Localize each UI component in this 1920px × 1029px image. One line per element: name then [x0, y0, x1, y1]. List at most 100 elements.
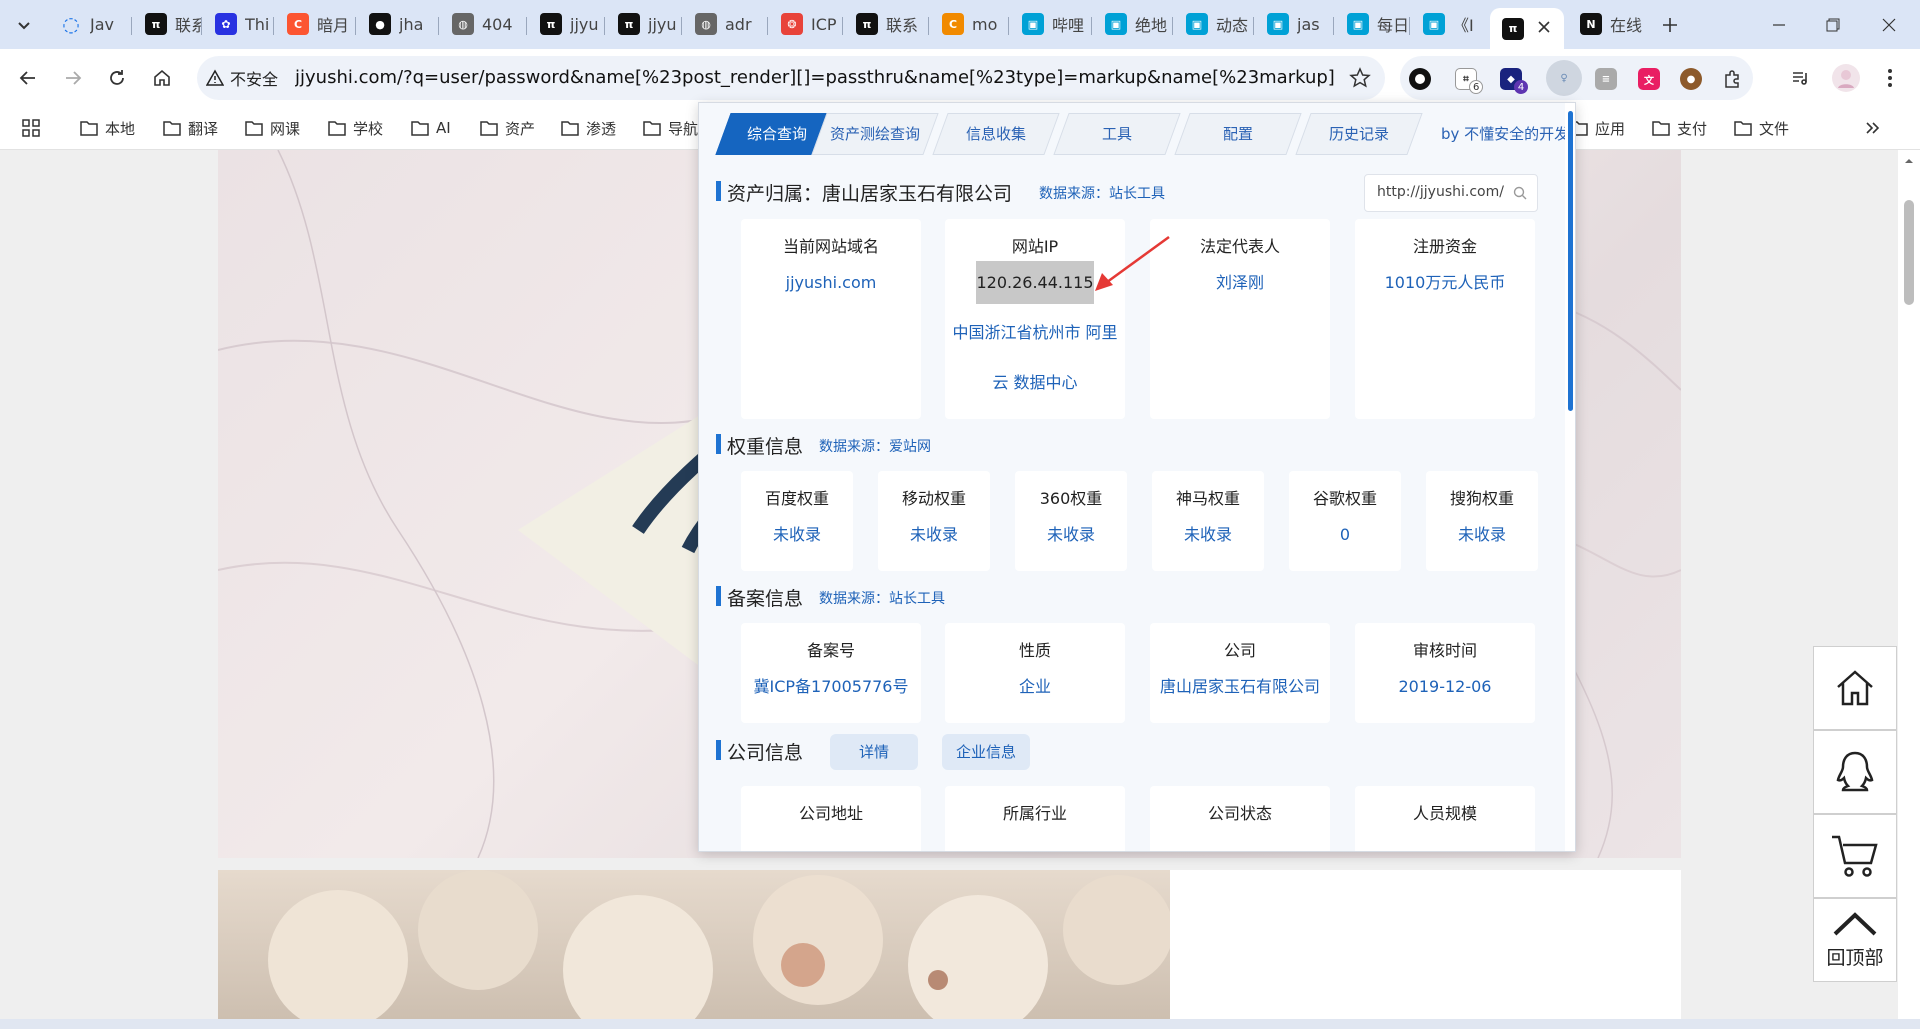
bookmark-folder[interactable]: 资产	[480, 116, 535, 140]
browser-tab[interactable]: ▣ 《I	[1411, 8, 1488, 40]
browser-tab[interactable]: ❂ ICP	[769, 8, 842, 40]
tab-separator	[1253, 17, 1254, 35]
minimize-icon	[1773, 24, 1785, 26]
domain-search-field[interactable]	[1364, 174, 1538, 212]
extension-circle-icon[interactable]	[1409, 68, 1431, 90]
minimize-button[interactable]	[1756, 10, 1802, 40]
puzzle-icon[interactable]	[1722, 68, 1744, 90]
bookmark-folder[interactable]: 导航	[643, 116, 698, 140]
bookmark-folder[interactable]: 学校	[328, 116, 383, 140]
extension-figure-icon[interactable]: ♀	[1546, 60, 1582, 96]
popup-tab[interactable]: 历史记录	[1295, 113, 1423, 155]
bookmark-folder[interactable]: 支付	[1652, 116, 1707, 140]
warning-icon	[206, 69, 224, 86]
restore-button[interactable]	[1810, 10, 1856, 40]
enterprise-info-button[interactable]: 企业信息	[942, 734, 1030, 770]
browser-tab[interactable]: ▣ 绝地	[1093, 8, 1172, 40]
forward-button[interactable]	[59, 64, 87, 92]
bookmark-folder[interactable]: AI	[411, 116, 451, 140]
browser-tab[interactable]: ▣ 哔哩	[1010, 8, 1091, 40]
developer-credit[interactable]: by 不懂安全的开发	[1441, 123, 1569, 144]
cart-float-button[interactable]	[1813, 814, 1897, 898]
home-button[interactable]	[148, 64, 176, 92]
card-value[interactable]: 未收录	[1152, 510, 1264, 560]
scroll-up-arrow-icon[interactable]	[1898, 154, 1920, 168]
search-icon[interactable]	[1513, 186, 1527, 200]
url-text[interactable]: jjyushi.com/?q=user/password&name[%23pos…	[295, 67, 1335, 88]
page-scrollbar[interactable]	[1898, 150, 1920, 1019]
bookmark-folder[interactable]: 网课	[245, 116, 300, 140]
extension-bars-icon[interactable]: ≡	[1595, 68, 1617, 90]
home-float-button[interactable]	[1813, 646, 1897, 730]
popup-tab[interactable]: 配置	[1174, 113, 1302, 155]
popup-tab[interactable]: 资产测绘查询	[811, 113, 939, 155]
card-label: 性质	[1018, 641, 1051, 660]
cookie-icon[interactable]: ●	[1680, 68, 1702, 90]
browser-menu-button[interactable]	[1876, 64, 1904, 92]
weight-title: 权重信息	[727, 436, 804, 458]
new-tab-button-plus[interactable]	[1650, 10, 1690, 40]
card-value[interactable]: 1010万元人民币	[1355, 258, 1535, 308]
tab-search-button[interactable]	[10, 11, 38, 39]
browser-tab[interactable]: ▣ 每日	[1335, 8, 1409, 40]
browser-tab[interactable]: ▣ jas	[1255, 8, 1333, 40]
browser-tab[interactable]: ● jha	[357, 8, 438, 40]
apps-button[interactable]	[21, 116, 41, 140]
security-indicator[interactable]: 不安全	[206, 65, 278, 91]
browser-tab[interactable]: N 在线	[1568, 8, 1646, 40]
bookmark-folder[interactable]: 渗透	[561, 116, 616, 140]
card-value[interactable]: 2019-12-06	[1355, 662, 1535, 712]
bookmarks-overflow-button[interactable]	[1864, 116, 1880, 140]
card-value[interactable]: jjyushi.com	[741, 258, 921, 308]
c-logo-icon: C	[287, 13, 309, 35]
browser-tab[interactable]: π 联系	[133, 8, 201, 40]
popup-scrollbar-thumb[interactable]	[1568, 111, 1573, 411]
browser-tab[interactable]: π jjyu	[528, 8, 604, 40]
close-tab-icon[interactable]	[1534, 17, 1554, 37]
browser-tab[interactable]: ◌ Jav	[48, 8, 131, 40]
card-value[interactable]: 未收录	[1015, 510, 1127, 560]
bookmark-label: 应用	[1595, 119, 1626, 138]
browser-tab[interactable]: ▣ 动态	[1174, 8, 1253, 40]
scrollbar-thumb[interactable]	[1904, 200, 1914, 305]
browser-tab[interactable]: π jjyu	[606, 8, 681, 40]
extension-translate-icon[interactable]: 文	[1638, 68, 1660, 90]
browser-tab[interactable]: π 联系	[844, 8, 928, 40]
card-value[interactable]: 未收录	[1426, 510, 1538, 560]
bookmark-folder[interactable]: 应用	[1570, 116, 1625, 140]
tab-title: 动态	[1216, 16, 1249, 35]
browser-tab[interactable]: ✿ Thi	[203, 8, 273, 40]
card-value[interactable]: 未收录	[878, 510, 990, 560]
browser-tab[interactable]: C 暗月	[275, 8, 355, 40]
bookmark-label: 本地	[105, 119, 136, 138]
tab-title: Thi	[245, 14, 270, 34]
card-value[interactable]: 0	[1289, 510, 1401, 560]
back-button[interactable]	[14, 64, 42, 92]
browser-tab[interactable]: Cmo	[930, 8, 1008, 40]
bookmark-folder[interactable]: 文件	[1734, 116, 1789, 140]
back-to-top-button[interactable]: 回顶部	[1813, 898, 1897, 982]
card-value[interactable]: 唐山居家玉石有限公司	[1150, 662, 1330, 712]
reading-list-button[interactable]	[1787, 64, 1815, 92]
qq-float-button[interactable]	[1813, 730, 1897, 814]
close-window-button[interactable]	[1866, 10, 1912, 40]
browser-tab[interactable]: ◍ adr	[683, 8, 767, 40]
card-value[interactable]: 企业	[945, 662, 1125, 712]
browser-tab[interactable]: ◍ 404	[440, 8, 526, 40]
bookmark-star-button[interactable]	[1349, 67, 1371, 89]
address-bar[interactable]: 不安全 jjyushi.com/?q=user/password&name[%2…	[197, 56, 1385, 100]
bookmark-folder[interactable]: 翻译	[163, 116, 218, 140]
ip-address[interactable]: 120.26.44.115	[976, 261, 1094, 304]
profile-avatar[interactable]	[1832, 64, 1860, 92]
card-value[interactable]: 未收录	[741, 510, 853, 560]
bookmark-label: 网课	[270, 119, 301, 138]
reload-button[interactable]	[103, 64, 131, 92]
popup-tab[interactable]: 信息收集	[932, 113, 1060, 155]
card-value[interactable]: 冀ICP备17005776号	[741, 662, 921, 712]
company-detail-button[interactable]: 详情	[830, 734, 918, 770]
bookmark-folder[interactable]: 本地	[80, 116, 135, 140]
c-logo-icon: C	[942, 13, 964, 35]
popup-tab[interactable]: 工具	[1053, 113, 1181, 155]
browser-tab[interactable]: π	[1490, 8, 1564, 49]
domain-search-input[interactable]	[1377, 184, 1511, 200]
